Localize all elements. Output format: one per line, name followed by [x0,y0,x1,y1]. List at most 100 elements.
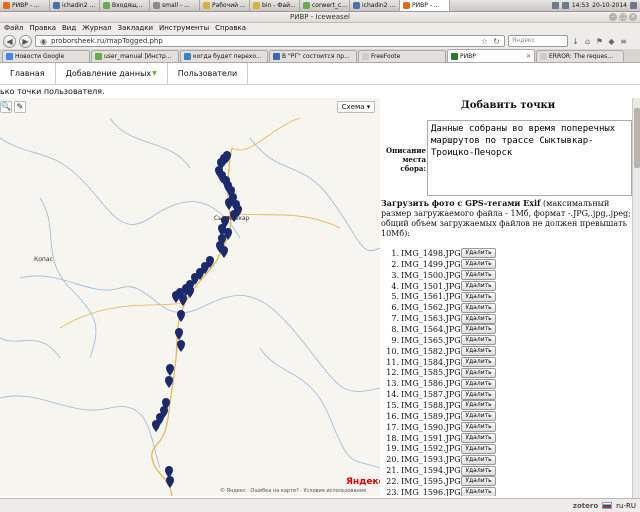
browser-tab[interactable]: В "РГ" состоится пр... [269,50,357,62]
delete-file-button[interactable]: Удалить [461,378,496,389]
file-name: IMG_1592.JPG [401,444,461,454]
addon-icon-2[interactable]: ◆ [607,37,616,46]
map-view[interactable]: 🔍 ✎ Схема ▾ Сыктывкар Копас Яндекс © Янд… [0,98,380,496]
menu-item[interactable]: Журнал [82,24,111,32]
taskbar-item[interactable]: ichadin2 ... [350,0,400,11]
taskbar-item[interactable]: small - ... [150,0,200,11]
menu-item[interactable]: Правка [29,24,56,32]
minimize-button[interactable]: – [609,13,617,21]
zotero-label[interactable]: zotero [573,502,598,510]
highway-road [151,147,233,496]
delete-file-button[interactable]: Удалить [461,443,496,454]
taskbar-item[interactable]: РИВР - ... [400,0,450,11]
map-marker[interactable] [172,291,180,303]
tab-label: Новости Google [15,53,65,60]
map-marker[interactable] [166,476,174,488]
yandex-logo[interactable]: Яндекс [346,477,380,487]
delete-file-button[interactable]: Удалить [461,302,496,313]
browser-tab[interactable]: когда будет перехо... [180,50,268,62]
delete-file-button[interactable]: Удалить [461,346,496,357]
browser-tab[interactable]: FreeFoote [358,50,446,62]
menu-item[interactable]: Файл [4,24,23,32]
browser-tab[interactable]: user_manual [Инстр... [91,50,179,62]
back-button[interactable]: ◀ [3,34,16,48]
downloads-icon[interactable]: ↓ [571,37,580,46]
description-textarea[interactable]: Данные собраны во время поперечных маршр… [427,120,632,196]
map-footer[interactable]: © Яндекс · Ошибка на карте? · Условия ис… [220,488,366,494]
taskbar-item[interactable]: corwert_c... [300,0,350,11]
maximize-button[interactable]: □ [619,13,627,21]
delete-file-button[interactable]: Удалить [461,357,496,368]
close-button[interactable]: × [629,13,637,21]
map-marker[interactable] [177,310,185,322]
delete-file-button[interactable]: Удалить [461,487,496,496]
search-box[interactable]: Яндекс [508,35,568,47]
favicon-icon [540,53,547,60]
status-bar: zotero ru-RU [0,498,640,512]
file-index: 16. [386,411,399,421]
site-nav-link[interactable]: Главная [0,63,56,84]
addon-icon[interactable]: ⚑ [595,37,604,46]
menu-item[interactable]: Инструменты [159,24,209,32]
map-marker[interactable] [175,328,183,340]
delete-file-button[interactable]: Удалить [461,313,496,324]
taskbar-item[interactable]: bin - Фай... [250,0,300,11]
home-icon[interactable]: ⌂ [583,37,592,46]
delete-file-button[interactable]: Удалить [461,291,496,302]
keyboard-layout-icon[interactable] [630,2,637,9]
taskbar-item[interactable]: Входящ... [100,0,150,11]
delete-file-button[interactable]: Удалить [461,465,496,476]
taskbar-item[interactable]: Рабочий ... [200,0,250,11]
menu-icon[interactable]: ≡ [619,37,628,46]
delete-file-button[interactable]: Удалить [461,248,496,259]
taskbar-item[interactable]: ichadin2 ... [50,0,100,11]
browser-tab[interactable]: Новости Google [2,50,90,62]
map-marker[interactable] [165,376,173,388]
delete-file-button[interactable]: Удалить [461,270,496,281]
page-scrollbar[interactable] [632,98,640,498]
delete-file-button[interactable]: Удалить [461,433,496,444]
map-type-button[interactable]: Схема ▾ [337,101,375,113]
delete-file-button[interactable]: Удалить [461,367,496,378]
menu-item[interactable]: Вид [62,24,76,32]
map-marker[interactable] [179,294,187,306]
taskbar-item[interactable]: РИВР - ... [0,0,50,11]
app-icon [403,2,410,9]
site-nav-link[interactable]: Добавление данных ▼ [56,63,168,84]
delete-file-button[interactable]: Удалить [461,411,496,422]
bookmark-star-icon[interactable]: ☆ [480,37,489,46]
delete-file-button[interactable]: Удалить [461,281,496,291]
network-icon[interactable] [551,2,559,9]
ruler-tool-button[interactable]: ✎ [14,101,26,113]
map-canvas[interactable] [0,98,380,496]
menu-item[interactable]: Справка [215,24,246,32]
zoom-tool-button[interactable]: 🔍 [0,101,12,113]
forward-button[interactable]: ▶ [19,34,32,48]
delete-file-button[interactable]: Удалить [461,335,496,346]
menu-item[interactable]: Закладки [118,24,153,32]
tab-close-icon[interactable]: ✕ [526,53,531,60]
delete-file-button[interactable]: Удалить [461,422,496,433]
browser-tab[interactable]: РИВР ✕ [447,49,535,62]
delete-file-button[interactable]: Удалить [461,400,496,411]
reload-icon[interactable]: ↻ [492,37,501,46]
file-index: 7. [391,314,399,324]
map-marker[interactable] [166,364,174,376]
map-marker[interactable] [186,286,194,298]
browser-tab[interactable]: ERROR: The reques... [536,50,624,62]
map-marker[interactable] [152,420,160,432]
site-nav-link[interactable]: Пользователи [168,63,249,84]
delete-file-button[interactable]: Удалить [461,454,496,465]
volume-icon[interactable] [561,2,569,9]
delete-file-button[interactable]: Удалить [461,259,496,270]
delete-file-button[interactable]: Удалить [461,389,496,400]
delete-file-button[interactable]: Удалить [461,476,496,487]
map-marker[interactable] [225,198,233,210]
map-marker[interactable] [220,246,228,258]
city-label: Сыктывкар [214,215,250,222]
site-identity-icon[interactable]: ◉ [39,37,48,46]
url-bar[interactable]: ◉ proborsheek.ru/mapTogged.php ☆ ↻ [35,35,505,47]
map-marker[interactable] [177,340,185,352]
delete-file-button[interactable]: Удалить [461,324,496,335]
scrollbar-thumb[interactable] [634,108,640,168]
